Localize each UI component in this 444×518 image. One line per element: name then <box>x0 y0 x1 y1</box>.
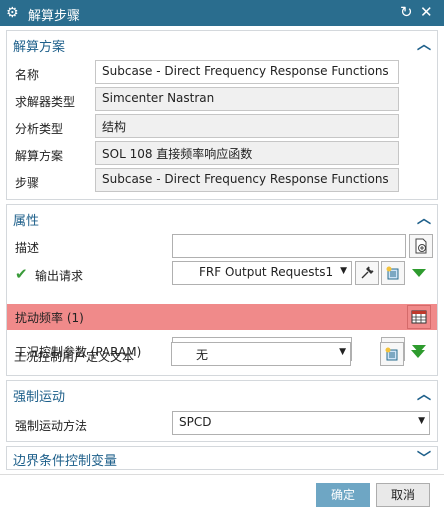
excitation-frequency-label: 扰动频率 (1) <box>15 311 84 325</box>
table-icon <box>411 310 427 324</box>
frequency-table-button[interactable] <box>407 305 431 329</box>
analysis-type-label: 分析类型 <box>15 122 64 136</box>
dropdown-arrow-icon: ▼ <box>339 347 346 357</box>
name-field[interactable]: Subcase - Direct Frequency Response Func… <box>95 60 399 84</box>
wrench-icon <box>361 266 374 279</box>
checkmark-icon: ✔ <box>15 265 28 283</box>
description-label: 描述 <box>15 241 40 255</box>
triangle-down-icon <box>411 350 425 358</box>
step-label: 步骤 <box>15 176 40 190</box>
analysis-type-field: 结构 <box>95 114 399 138</box>
create-case-text-button[interactable] <box>380 342 404 366</box>
output-request-select[interactable]: FRF Output Requests1 ▼ <box>172 261 352 285</box>
case-control-text-value: 无 <box>196 348 209 362</box>
description-input[interactable] <box>172 234 406 258</box>
chevron-up-icon[interactable]: ︿ <box>417 384 431 404</box>
dialog-title: 解算步骤 <box>28 9 81 24</box>
ok-button[interactable]: 确定 <box>316 483 370 507</box>
dropdown-arrow-icon: ▼ <box>340 266 347 276</box>
close-icon[interactable]: ✕ <box>420 4 433 20</box>
solver-type-field: Simcenter Nastran <box>95 87 399 111</box>
edit-output-request-button[interactable] <box>355 261 379 285</box>
enforced-motion-panel-header[interactable]: 强制运动 ︿ <box>7 381 437 407</box>
enforced-motion-method-value: SPCD <box>179 415 212 429</box>
output-request-label: 输出请求 <box>35 269 84 283</box>
boundary-condition-panel-title: 边界条件控制变量 <box>13 454 118 469</box>
triangle-down-icon <box>412 269 426 277</box>
add-description-button[interactable] <box>409 234 433 258</box>
reset-icon[interactable]: ↻ <box>400 4 413 20</box>
create-output-request-button[interactable] <box>381 261 405 285</box>
solution-label: 解算方案 <box>15 149 64 163</box>
properties-panel-header[interactable]: 属性 ︿ <box>7 205 437 231</box>
chevron-down-icon[interactable]: ﹀ <box>417 448 431 468</box>
case-control-text-label: 工况控制用户定义文本 <box>14 350 135 364</box>
gear-icon: ⚙ <box>6 5 19 21</box>
enforced-motion-method-label: 强制运动方法 <box>15 419 88 433</box>
name-label: 名称 <box>15 68 40 82</box>
chevron-up-icon[interactable]: ︿ <box>417 208 431 228</box>
dropdown-arrow-icon: ▼ <box>418 416 425 426</box>
solution-panel: 解算方案 ︿ 名称 Subcase - Direct Frequency Res… <box>6 30 438 200</box>
enforced-motion-panel-title: 强制运动 <box>13 390 66 405</box>
create-modeling-object-icon <box>386 266 399 280</box>
dialog-titlebar: ⚙ 解算步骤 ↻ ✕ <box>0 0 444 26</box>
enforced-motion-panel: 强制运动 ︿ 强制运动方法 SPCD ▼ <box>6 380 438 442</box>
solution-panel-title: 解算方案 <box>13 40 66 55</box>
case-control-text-select[interactable]: 无 ▼ <box>171 342 351 366</box>
solver-type-label: 求解器类型 <box>15 95 76 109</box>
solution-panel-header[interactable]: 解算方案 ︿ <box>7 31 437 57</box>
enforced-motion-method-select[interactable]: SPCD ▼ <box>172 411 430 435</box>
boundary-condition-panel: 边界条件控制变量 ﹀ <box>6 446 438 470</box>
cancel-button[interactable]: 取消 <box>376 483 430 507</box>
excitation-frequency-row[interactable]: 扰动频率 (1) <box>7 304 437 330</box>
output-request-value: FRF Output Requests1 <box>199 265 334 279</box>
chevron-up-icon[interactable]: ︿ <box>417 34 431 54</box>
expand-case-text-button[interactable] <box>408 343 430 365</box>
boundary-condition-panel-header[interactable]: 边界条件控制变量 ﹀ <box>7 447 437 469</box>
solution-field: SOL 108 直接频率响应函数 <box>95 141 399 165</box>
properties-panel-title: 属性 <box>13 214 40 229</box>
expand-output-request-button[interactable] <box>409 262 431 284</box>
footer-divider <box>0 474 444 475</box>
create-modeling-object-icon <box>385 347 398 361</box>
step-field: Subcase - Direct Frequency Response Func… <box>95 168 399 192</box>
document-add-icon <box>415 238 427 254</box>
